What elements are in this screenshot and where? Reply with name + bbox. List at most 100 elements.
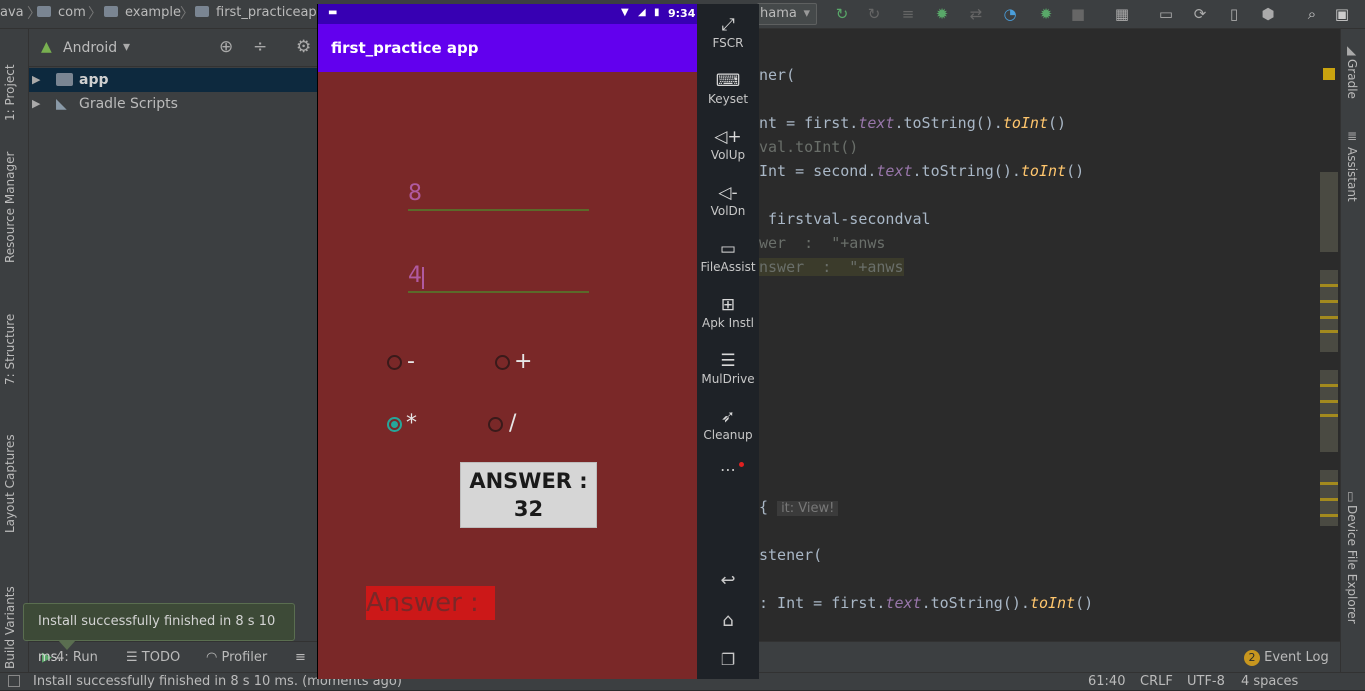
stripe-mark[interactable] [1320, 414, 1338, 417]
tab-build-variants[interactable]: Build Variants [3, 586, 17, 669]
breadcrumb-item[interactable]: ava [0, 5, 24, 20]
answer-button-line1: ANSWER : [469, 469, 588, 493]
signal-icon: ◢ [638, 7, 646, 18]
warning-indicator-icon[interactable] [1323, 68, 1335, 80]
sdk-manager-icon[interactable]: ⬢ [1258, 4, 1278, 24]
radio-divide[interactable] [488, 417, 503, 432]
tool-windows-icon[interactable] [8, 675, 20, 687]
tree-item-gradle-scripts[interactable]: ▶ ◣ Gradle Scripts [29, 92, 318, 116]
file-encoding[interactable]: UTF-8 [1187, 673, 1225, 691]
expand-arrow-icon: ▶ [32, 97, 41, 110]
stripe-mark[interactable] [1320, 514, 1338, 517]
code-line: val.toInt() [759, 138, 859, 156]
avd-manager-icon[interactable]: ▯ [1224, 4, 1244, 24]
settings-icon[interactable]: ▣ [1332, 4, 1352, 24]
search-icon[interactable]: ⌕ [1302, 4, 1322, 24]
rerun-icon[interactable]: ↻ [832, 4, 852, 24]
tab-device-file-explorer[interactable]: Device File Explorer [1345, 505, 1359, 624]
locate-icon[interactable]: ⊕ [219, 37, 233, 57]
tab-project[interactable]: 1: Project [3, 64, 17, 121]
tab-assistant[interactable]: Assistant [1345, 147, 1359, 202]
chevron-down-icon[interactable]: ▾ [123, 39, 130, 55]
error-stripe[interactable] [1320, 62, 1338, 614]
apply-code-changes-icon[interactable]: ≡ [898, 4, 918, 24]
tab-structure[interactable]: 7: Structure [3, 314, 17, 385]
stripe-mark[interactable] [1320, 316, 1338, 319]
wifi-icon: ▼ [621, 7, 629, 18]
tool-cleanup[interactable]: ➶ Cleanup [697, 406, 759, 442]
attach-debugger-icon[interactable]: ⇄ [966, 4, 986, 24]
breadcrumb-item[interactable]: com [58, 5, 86, 20]
second-number-input[interactable]: 4 [408, 263, 422, 288]
tool-file-assist[interactable]: ▭ FileAssist [697, 238, 759, 274]
tool-volume-down[interactable]: ◁- VolDn [697, 182, 759, 218]
sync-gradle-icon[interactable]: ⟳ [1190, 4, 1210, 24]
rocket-icon: ➶ [720, 407, 736, 427]
back-icon: ↩ [720, 570, 736, 591]
tab-todo[interactable]: ☰ TODO [126, 650, 180, 665]
install-notification-balloon[interactable]: Install successfully finished in 8 s 10 … [23, 603, 295, 665]
radio-subtract[interactable] [387, 355, 402, 370]
first-number-input[interactable]: 8 [408, 181, 422, 206]
tool-fullscreen[interactable]: ⤢ FSCR [697, 14, 759, 50]
run-config-select[interactable]: hama ▾ [757, 3, 817, 25]
answer-button[interactable]: ANSWER : 32 [460, 462, 597, 528]
caret-position[interactable]: 61:40 [1088, 673, 1125, 691]
collapse-icon[interactable]: ÷ [253, 37, 267, 57]
code-line: firstval-secondval [759, 210, 931, 228]
stripe-mark[interactable] [1320, 300, 1338, 303]
radio-label: * [406, 411, 417, 436]
gauge-icon: ◠ [206, 650, 218, 665]
drive-icon: ☰ [720, 351, 736, 371]
app-title: first_practice app [331, 39, 479, 57]
tool-volume-up[interactable]: ◁+ VolUp [697, 126, 759, 162]
overview-button[interactable]: ❐ [697, 650, 759, 669]
line-separator[interactable]: CRLF [1140, 673, 1173, 691]
gear-icon[interactable]: ⚙ [296, 37, 311, 57]
tool-keyset[interactable]: ⌨ Keyset [697, 70, 759, 106]
event-log-button[interactable]: 2 Event Log [1244, 650, 1329, 666]
scroll-segment [1320, 270, 1338, 352]
tree-item-app[interactable]: ▶ app [29, 68, 318, 92]
tab-layout-captures[interactable]: Layout Captures [3, 434, 17, 533]
tab-gradle[interactable]: Gradle [1345, 59, 1359, 99]
text-cursor [422, 267, 424, 289]
code-line: stener( [759, 546, 823, 564]
notification-dot [739, 462, 744, 467]
project-structure-icon[interactable]: ▦ [1112, 4, 1132, 24]
debug-icon[interactable]: ✹ [932, 4, 952, 24]
first-input-underline [408, 209, 589, 211]
radio-multiply[interactable] [387, 417, 402, 432]
breadcrumb-item[interactable]: first_practiceapp [216, 5, 325, 20]
more-options-button[interactable]: ⋯ [697, 460, 759, 479]
stripe-mark[interactable] [1320, 330, 1338, 333]
home-button[interactable]: ⌂ [697, 610, 759, 631]
tab-resource-manager[interactable]: Resource Manager [3, 152, 17, 263]
tab-logcat[interactable]: ≡ [295, 650, 306, 665]
attach-process-icon[interactable]: ✹ [1036, 4, 1056, 24]
scroll-thumb[interactable] [1320, 172, 1338, 252]
code-editor[interactable]: ner( nt = first.text.toString().toInt() … [697, 62, 1340, 614]
apply-changes-icon[interactable]: ↻ [864, 4, 884, 24]
second-input-underline [408, 291, 589, 293]
profile-icon[interactable]: ◔ [1000, 4, 1020, 24]
back-button[interactable]: ↩ [697, 570, 759, 591]
stripe-mark[interactable] [1320, 400, 1338, 403]
breadcrumb-item[interactable]: example [125, 5, 181, 20]
view-mode-label[interactable]: Android [63, 40, 117, 56]
project-panel: ▲ Android ▾ ⊕ ÷ ⚙ ▶ app ▶ ◣ Gradle Scrip… [29, 29, 318, 641]
code-line: : Int = first.text.toString().toInt() [759, 594, 1094, 612]
terminal-icon[interactable]: ▭ [1156, 4, 1176, 24]
tool-multi-drive[interactable]: ☰ MulDrive [697, 350, 759, 386]
indent-setting[interactable]: 4 spaces [1241, 673, 1298, 691]
stripe-mark[interactable] [1320, 498, 1338, 501]
answer-text: Answer : [366, 586, 495, 620]
stripe-mark[interactable] [1320, 384, 1338, 387]
keyboard-notification-icon: ▬ [328, 7, 338, 18]
tool-apk-install[interactable]: ⊞ Apk Instl [697, 294, 759, 330]
stripe-mark[interactable] [1320, 284, 1338, 287]
tab-profiler[interactable]: ◠ Profiler [206, 650, 267, 665]
radio-add[interactable] [495, 355, 510, 370]
stop-icon[interactable]: ■ [1068, 4, 1088, 24]
stripe-mark[interactable] [1320, 482, 1338, 485]
